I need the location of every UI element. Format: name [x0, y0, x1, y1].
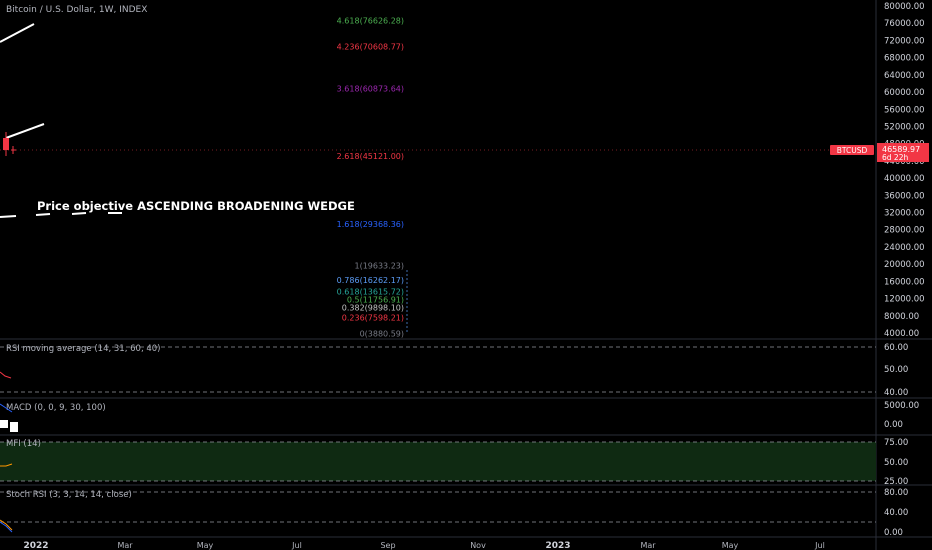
price-axis-label: 60000.00: [884, 88, 925, 98]
fib-level-label: 4.236(70608.77): [337, 42, 404, 51]
time-axis-label: May: [722, 541, 739, 550]
price-axis-label: 16000.00: [884, 277, 925, 287]
rsi-axis-50: 50.00: [884, 365, 908, 375]
mfi-axis-25: 25.00: [884, 477, 908, 487]
time-axis-label: Jul: [814, 541, 825, 550]
price-axis-label: 8000.00: [884, 312, 919, 322]
fib-level-label: 0.786(16262.17): [337, 276, 404, 285]
macd-axis-0: 0.00: [884, 420, 903, 430]
fib-level-label: 0(3880.59): [360, 330, 404, 339]
symbol-badge-label: BTCUSD: [837, 146, 868, 155]
rsi-line: [0, 371, 12, 379]
time-axis-label: Sep: [380, 541, 395, 550]
price-axis-label: 20000.00: [884, 260, 925, 270]
fib-level-label: 2.618(45121.00): [337, 152, 404, 161]
rsi-title[interactable]: RSI moving average (14, 31, 60, 40): [6, 344, 160, 354]
stoch-axis-0: 0.00: [884, 528, 903, 538]
time-axis-label: Mar: [640, 541, 656, 550]
fib-level-label: 3.618(60873.64): [337, 84, 404, 93]
wedge-lower-dashed-line: [0, 212, 122, 218]
price-axis-label: 76000.00: [884, 19, 925, 29]
fib-level-label: 0.236(7598.21): [342, 314, 404, 323]
price-axis-label: 56000.00: [884, 105, 925, 115]
price-axis-label: 32000.00: [884, 209, 925, 219]
price-axis-label: 40000.00: [884, 174, 925, 184]
time-axis: 2022 Mar May Jul Sep Nov 2023 Mar May Jul: [23, 541, 824, 550]
rsi-axis-40: 40.00: [884, 388, 908, 398]
mfi-axis-50: 50.00: [884, 458, 908, 468]
price-axis-label: 68000.00: [884, 54, 925, 64]
wedge-middle-line: [5, 123, 45, 139]
stoch-axis-40: 40.00: [884, 508, 908, 518]
price-axis-label: 64000.00: [884, 71, 925, 81]
mfi-title[interactable]: MFI (14): [6, 439, 41, 449]
price-badge-countdown: 6d 22h: [882, 153, 908, 162]
stoch-title[interactable]: Stoch RSI (3, 3, 14, 14, close): [6, 490, 132, 500]
fib-levels: 4.618(76626.28) 4.236(70608.77) 3.618(6087…: [337, 17, 404, 339]
mfi-axis-75: 75.00: [884, 438, 908, 448]
time-axis-label: Jul: [291, 541, 302, 550]
chart-svg: Bitcoin / U.S. Dollar, 1W, INDEX 4.618(7…: [0, 0, 932, 550]
fib-level-label: 0.382(9898.10): [342, 304, 404, 313]
wedge-annotation[interactable]: Price objective ASCENDING BROADENING WED…: [37, 199, 355, 213]
stoch-axis-80: 80.00: [884, 488, 908, 498]
symbol-title[interactable]: Bitcoin / U.S. Dollar, 1W, INDEX: [6, 5, 147, 15]
macd-axis-5000: 5000.00: [884, 401, 919, 411]
price-axis-label: 52000.00: [884, 122, 925, 132]
price-axis-label: 72000.00: [884, 36, 925, 46]
time-axis-label: 2023: [545, 541, 570, 550]
price-axis-label: 4000.00: [884, 329, 919, 339]
price-axis-label: 36000.00: [884, 191, 925, 201]
fib-level-label: 1(19633.23): [354, 262, 404, 271]
price-axis: 80000.00 76000.00 72000.00 68000.00 64000.00…: [884, 2, 925, 339]
macd-histogram: [0, 420, 18, 432]
time-axis-label: May: [197, 541, 214, 550]
stoch-d-line: [0, 519, 13, 531]
fib-level-label: 1.618(29368.36): [337, 220, 404, 229]
price-axis-label: 28000.00: [884, 226, 925, 236]
rsi-axis-60: 60.00: [884, 343, 908, 353]
time-axis-label: Mar: [117, 541, 133, 550]
price-axis-label: 24000.00: [884, 243, 925, 253]
fib-level-label: 4.618(76626.28): [337, 17, 404, 26]
price-axis-label: 80000.00: [884, 2, 925, 12]
macd-title[interactable]: MACD (0, 0, 9, 30, 100): [6, 403, 106, 413]
time-axis-label: 2022: [23, 541, 48, 550]
mfi-band-fill: [0, 442, 876, 481]
wedge-upper-line: [0, 23, 35, 43]
price-axis-label: 12000.00: [884, 295, 925, 305]
chart-stage: Bitcoin / U.S. Dollar, 1W, INDEX 4.618(7…: [0, 0, 932, 550]
time-axis-label: Nov: [470, 541, 486, 550]
